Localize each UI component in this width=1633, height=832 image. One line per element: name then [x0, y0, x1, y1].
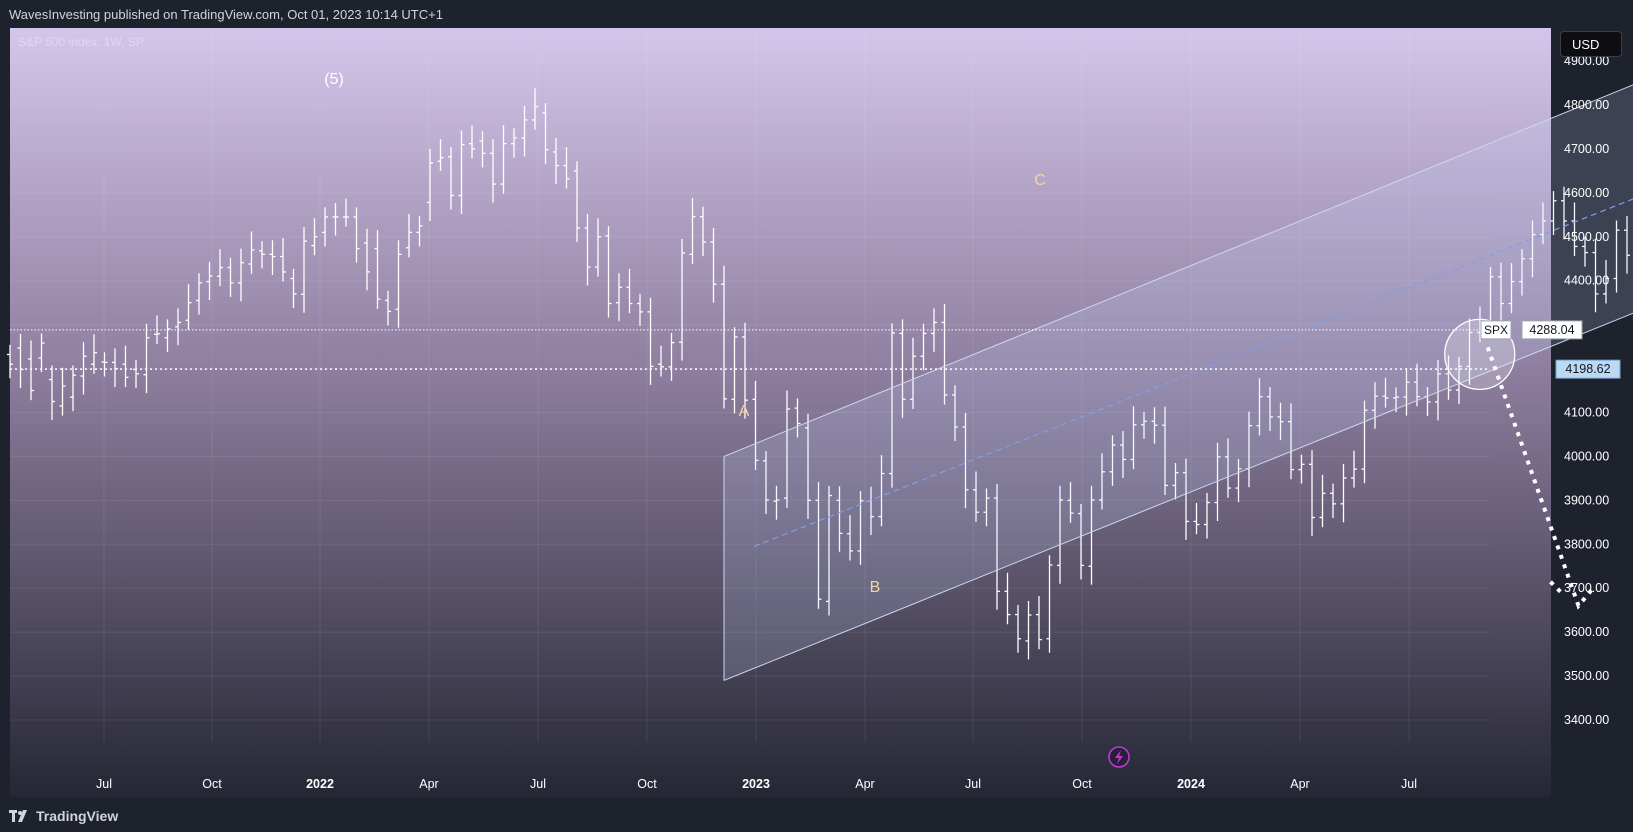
time-tick-label: Jul [530, 777, 546, 791]
wave-label-5: (5) [324, 71, 344, 88]
time-tick-label: Jul [96, 777, 112, 791]
publisher-line: WavesInvesting published on TradingView.… [9, 7, 443, 22]
wave-label-b: B [870, 579, 881, 596]
price-chart[interactable]: (5) A B C 3400.00 3500.00 3600.00 3700.00 3800.… [0, 0, 1633, 832]
price-tick-label: 4400.00 [1564, 274, 1609, 288]
ticker-tag[interactable]: SPX [1480, 320, 1512, 340]
time-tick-label: 2024 [1177, 777, 1205, 791]
price-tick-label: 3900.00 [1564, 493, 1609, 507]
symbol-legend[interactable]: S&P 500 index, 1W, SP [18, 35, 144, 49]
last-price-value: 4288.04 [1529, 323, 1574, 337]
time-tick-label: Apr [1290, 777, 1309, 791]
lightning-icon[interactable] [1108, 746, 1130, 768]
ticker-label: SPX [1484, 323, 1508, 337]
wave-label-a: A [739, 403, 750, 420]
time-tick-label: 2022 [306, 777, 334, 791]
price-tick-label: 4800.00 [1564, 98, 1609, 112]
time-tick-label: Apr [419, 777, 438, 791]
price-tick-label: 4500.00 [1564, 230, 1609, 244]
currency-button[interactable]: USD [1560, 31, 1622, 57]
tradingview-logo[interactable]: TradingView [9, 808, 118, 824]
time-tick-label: Apr [855, 777, 874, 791]
time-tick-label: 2023 [742, 777, 770, 791]
time-tick-label: Jul [1401, 777, 1417, 791]
tradingview-logo-icon [9, 810, 27, 822]
price-tick-label: 3400.00 [1564, 713, 1609, 727]
price-tick-label: 3600.00 [1564, 625, 1609, 639]
time-tick-label: Oct [1072, 777, 1092, 791]
crosshair-price-value: 4198.62 [1565, 362, 1610, 376]
time-tick-label: Jul [965, 777, 981, 791]
price-tick-label: 4000.00 [1564, 449, 1609, 463]
top-bar: WavesInvesting published on TradingView.… [0, 0, 1633, 28]
tradingview-brand: TradingView [36, 808, 119, 824]
projection-arrow [1549, 580, 1566, 598]
price-tick-label: 4600.00 [1564, 186, 1609, 200]
crosshair-price-tag[interactable]: 4198.62 [1555, 359, 1621, 379]
time-tick-label: Oct [637, 777, 657, 791]
last-price-tag[interactable]: 4288.04 [1521, 320, 1583, 340]
bottom-bar: TradingView [0, 800, 1633, 832]
price-tick-label: 4100.00 [1564, 405, 1609, 419]
price-tick-label: 3500.00 [1564, 669, 1609, 683]
price-tick-label: 3700.00 [1564, 581, 1609, 595]
wave-label-c: C [1034, 172, 1046, 189]
time-tick-label: Oct [202, 777, 222, 791]
price-tick-label: 4700.00 [1564, 142, 1609, 156]
price-tick-label: 3800.00 [1564, 537, 1609, 551]
